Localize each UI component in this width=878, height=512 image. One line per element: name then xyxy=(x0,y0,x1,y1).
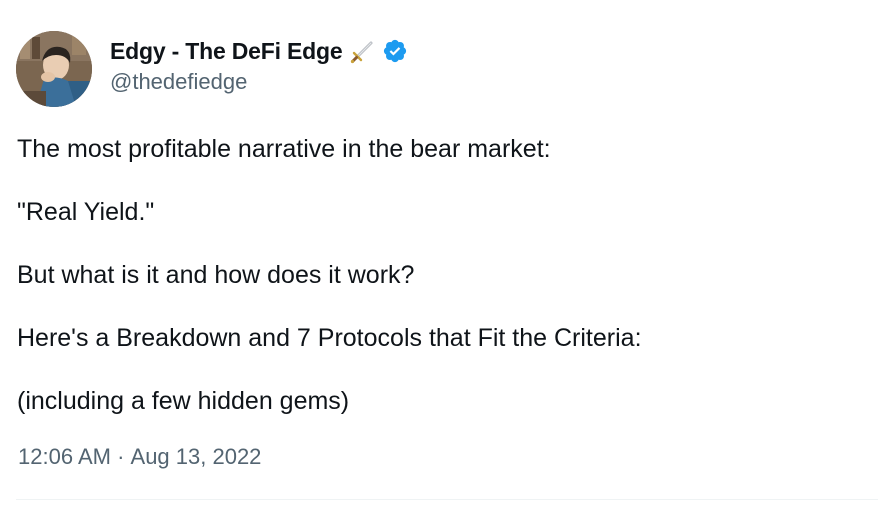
tweet-text: The most profitable narrative in the bea… xyxy=(17,132,857,447)
verified-badge-icon[interactable] xyxy=(382,38,408,64)
tweet-paragraph: (including a few hidden gems) xyxy=(17,387,350,415)
avatar-image xyxy=(16,31,92,107)
dagger-icon xyxy=(350,38,376,64)
tweet-paragraph: The most profitable narrative in the bea… xyxy=(17,135,551,163)
author-name-row[interactable]: Edgy - The DeFi Edge xyxy=(110,37,408,65)
author-handle[interactable]: @thedefiedge xyxy=(110,69,408,95)
divider xyxy=(16,499,878,500)
tweet-time[interactable]: 12:06 AM xyxy=(18,444,111,470)
tweet-paragraph: "Real Yield." xyxy=(17,198,155,226)
author-display-name[interactable]: Edgy - The DeFi Edge xyxy=(110,38,343,65)
tweet-header: Edgy - The DeFi Edge @thedefiedge xyxy=(16,31,408,109)
timestamp-separator: · xyxy=(110,444,131,469)
tweet-paragraph: Here's a Breakdown and 7 Protocols that … xyxy=(17,324,642,352)
tweet-date[interactable]: Aug 13, 2022 xyxy=(131,444,262,470)
author-block: Edgy - The DeFi Edge @thedefiedge xyxy=(110,37,408,95)
tweet-card: Edgy - The DeFi Edge @thedefiedge The mo… xyxy=(0,0,878,512)
tweet-paragraph: But what is it and how does it work? xyxy=(17,261,415,289)
avatar[interactable] xyxy=(16,31,92,107)
tweet-timestamp[interactable]: 12:06 AM · Aug 13, 2022 xyxy=(18,444,261,470)
